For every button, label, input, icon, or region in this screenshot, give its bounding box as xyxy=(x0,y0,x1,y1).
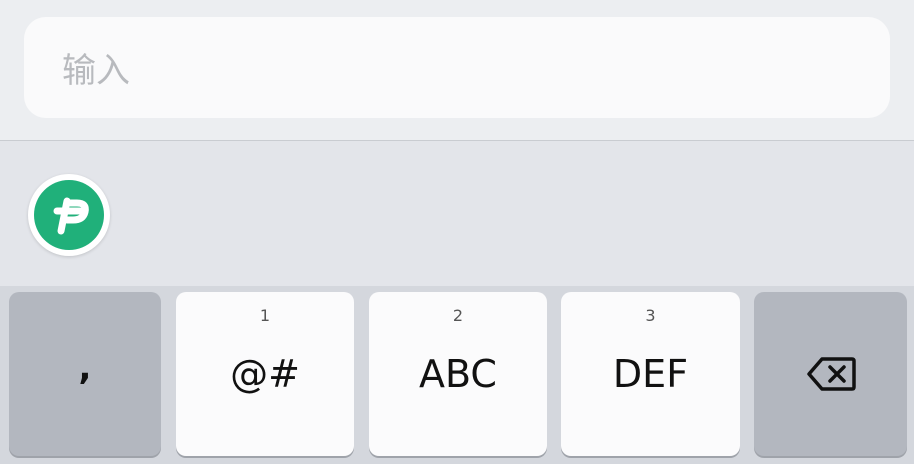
backspace-icon xyxy=(754,356,907,392)
app-logo-button[interactable] xyxy=(28,174,110,256)
comma-key-label: , xyxy=(78,348,92,388)
suggestion-row xyxy=(0,141,914,286)
keyboard: , 1 @# 2 ABC 3 DEF xyxy=(0,286,914,464)
comma-key[interactable]: , xyxy=(9,292,161,456)
key-label: @# xyxy=(230,352,300,396)
key-number: 3 xyxy=(645,306,656,325)
symbols-key[interactable]: 1 @# xyxy=(176,292,354,456)
input-bar: 输入 xyxy=(0,0,914,141)
text-input-field[interactable]: 输入 xyxy=(24,17,890,118)
def-key[interactable]: 3 DEF xyxy=(561,292,740,456)
delete-key[interactable] xyxy=(754,292,907,456)
key-number: 2 xyxy=(452,306,464,325)
key-label: ABC xyxy=(419,352,497,396)
abc-key[interactable]: 2 ABC xyxy=(369,292,547,456)
input-placeholder: 输入 xyxy=(62,51,130,91)
key-label: DEF xyxy=(612,352,689,396)
key-number: 1 xyxy=(259,306,271,325)
app-p-logo-icon xyxy=(34,180,104,250)
